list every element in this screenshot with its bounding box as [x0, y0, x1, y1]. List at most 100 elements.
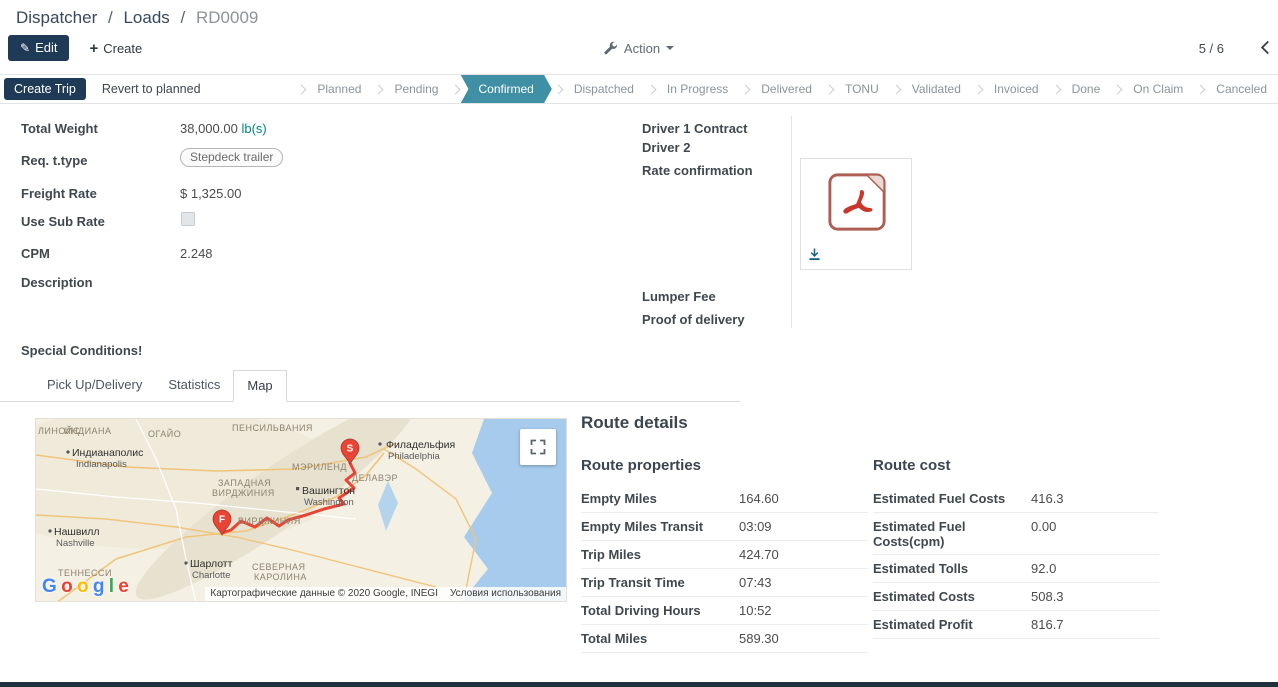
route-map[interactable]: S F ЛИНОЙС ИНДИАНА ОГАЙО ПЕНСИЛЬВАНИЯ — [35, 418, 567, 602]
edit-button-label: Edit — [35, 40, 57, 55]
google-logo[interactable]: G o o g l e — [42, 576, 128, 598]
pager: 5 / 6 — [1199, 41, 1224, 56]
status-pipeline: Planned Pending Confirmed Dispatched — [295, 75, 1278, 103]
chevron-separator-icon — [1113, 84, 1123, 94]
map-copyright: Картографические данные © 2020 Google, I… — [210, 588, 438, 599]
pdf-file-icon — [826, 171, 888, 233]
route-cost-value: 416.3 — [1031, 491, 1064, 506]
chevron-separator-icon — [451, 84, 461, 94]
route-cost-title: Route cost — [873, 457, 1159, 474]
chevron-separator-icon — [646, 84, 656, 94]
route-property-value: 10:52 — [739, 603, 772, 618]
status-item: Done — [1050, 75, 1112, 103]
breadcrumb-item-loads[interactable]: Loads — [123, 8, 169, 27]
breadcrumb-item-dispatcher[interactable]: Dispatcher — [16, 8, 97, 27]
create-button-label: Create — [103, 41, 142, 56]
breadcrumb-separator: / — [108, 8, 113, 27]
google-logo-letter: G — [42, 576, 56, 597]
status-state[interactable]: Delivered — [750, 75, 823, 104]
map-terrain: S F — [36, 419, 567, 602]
field-label-description: Description — [21, 275, 93, 290]
breadcrumb: Dispatcher / Loads / RD0009 — [0, 0, 1278, 30]
breadcrumb-item-current: RD0009 — [196, 8, 258, 27]
action-menu[interactable]: Action — [604, 41, 674, 56]
status-state[interactable]: Invoiced — [983, 75, 1050, 104]
field-label-total-weight: Total Weight — [21, 121, 98, 136]
fullscreen-button[interactable] — [520, 429, 556, 465]
route-cost-row: Estimated Fuel Costs(cpm) 0.00 — [873, 513, 1159, 555]
route-cost-value: 0.00 — [1031, 519, 1056, 534]
status-state[interactable]: In Progress — [656, 75, 739, 104]
route-property-row: Empty Miles Transit 03:09 — [581, 513, 868, 541]
route-property-label: Empty Miles Transit — [581, 519, 739, 534]
route-cost-value: 816.7 — [1031, 617, 1064, 632]
edit-button[interactable]: ✎ Edit — [8, 35, 69, 61]
status-state[interactable]: Canceled — [1205, 75, 1278, 104]
status-item: Dispatched — [552, 75, 645, 103]
route-property-label: Empty Miles — [581, 491, 739, 506]
svg-text:F: F — [219, 515, 225, 526]
revert-to-planned-button[interactable]: Revert to planned — [92, 78, 211, 100]
route-property-label: Trip Transit Time — [581, 575, 739, 590]
route-property-row: Trip Miles 424.70 — [581, 541, 868, 569]
status-state[interactable]: TONU — [834, 75, 890, 104]
form-sheet: Total Weight 38,000.00 lb(s) Req. t.type… — [0, 104, 1278, 680]
field-label-freight-rate: Freight Rate — [21, 186, 97, 201]
tab-item[interactable]: Pick Up/Delivery — [34, 370, 155, 401]
pencil-icon: ✎ — [20, 42, 30, 54]
status-item: On Claim — [1111, 75, 1194, 103]
wrench-icon — [604, 41, 618, 55]
chevron-separator-icon — [374, 84, 384, 94]
use-sub-rate-checkbox[interactable] — [181, 212, 195, 226]
total-weight-unit: lb(s) — [241, 121, 266, 136]
form-right-group: Driver 1 Contract Driver 2 Rate confirma… — [642, 114, 1182, 344]
route-property-label: Trip Miles — [581, 547, 739, 562]
status-state[interactable]: Done — [1061, 75, 1112, 104]
chevron-separator-icon — [1196, 84, 1206, 94]
status-state[interactable]: On Claim — [1122, 75, 1194, 104]
create-trip-button[interactable]: Create Trip — [4, 78, 86, 100]
status-state[interactable]: Dispatched — [563, 75, 645, 104]
field-label-driver2: Driver 2 — [642, 140, 690, 155]
plus-icon: + — [89, 41, 98, 56]
chevron-separator-icon — [891, 84, 901, 94]
route-cost-row: Estimated Fuel Costs 416.3 — [873, 485, 1159, 513]
form-left-group: Total Weight 38,000.00 lb(s) Req. t.type… — [21, 114, 631, 364]
bottom-bar — [0, 682, 1278, 687]
tab-item[interactable]: Map — [233, 370, 286, 402]
route-property-row: Total Driving Hours 10:52 — [581, 597, 868, 625]
route-property-row: Empty Miles 164.60 — [581, 485, 868, 513]
rate-confirmation-attachment[interactable] — [800, 158, 912, 270]
status-item: Pending — [372, 75, 449, 103]
chevron-separator-icon — [297, 84, 307, 94]
status-state[interactable]: Validated — [901, 75, 972, 104]
status-state[interactable]: Confirmed — [460, 75, 551, 104]
route-cost-row: Estimated Tolls 92.0 — [873, 555, 1159, 583]
google-logo-letter: o — [61, 576, 72, 597]
chevron-left-icon[interactable] — [1259, 40, 1270, 60]
form-column-divider — [791, 116, 792, 328]
tab-item[interactable]: Statistics — [155, 370, 233, 401]
route-details-title: Route details — [581, 413, 688, 433]
route-property-label: Total Miles — [581, 631, 739, 646]
route-property-value: 07:43 — [739, 575, 772, 590]
field-value-cpm: 2.248 — [180, 246, 213, 261]
route-cost-label: Estimated Fuel Costs — [873, 491, 1031, 506]
field-label-cpm: CPM — [21, 246, 50, 261]
fullscreen-icon — [530, 439, 546, 455]
status-state[interactable]: Pending — [383, 75, 449, 104]
route-cost-rows: Estimated Fuel Costs 416.3 Estimated Fue… — [873, 485, 1159, 639]
route-cost-row: Estimated Profit 816.7 — [873, 611, 1159, 639]
route-cost-row: Estimated Costs 508.3 — [873, 583, 1159, 611]
toolbar: ✎ Edit + Create Action 5 / 6 — [0, 30, 1278, 66]
page: Dispatcher / Loads / RD0009 ✎ Edit + Cre… — [0, 0, 1278, 680]
route-property-row: Trip Transit Time 07:43 — [581, 569, 868, 597]
status-item: In Progress — [645, 75, 739, 103]
status-state[interactable]: Planned — [306, 75, 372, 104]
map-terms-link[interactable]: Условия использования — [450, 588, 561, 599]
create-button[interactable]: + Create — [83, 40, 148, 57]
chevron-separator-icon — [1051, 84, 1061, 94]
route-property-value: 03:09 — [739, 519, 772, 534]
route-cost-label: Estimated Fuel Costs(cpm) — [873, 519, 1031, 549]
download-icon[interactable] — [808, 248, 821, 261]
